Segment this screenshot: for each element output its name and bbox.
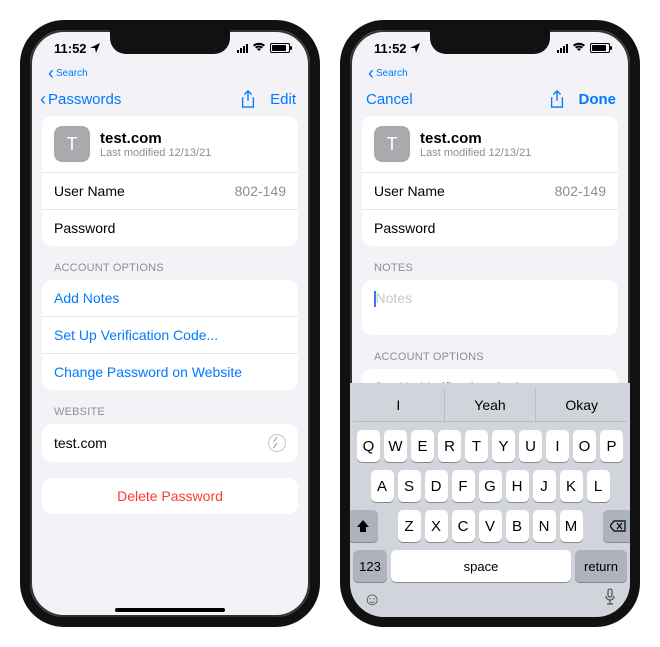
delete-card: Delete Password: [42, 478, 298, 514]
key-f[interactable]: F: [452, 470, 475, 502]
key-g[interactable]: G: [479, 470, 502, 502]
account-options-label: ACCOUNT OPTIONS: [42, 262, 298, 280]
password-header-card: T test.com Last modified 12/13/21 User N…: [42, 116, 298, 246]
iphone-frame-right: 11:52 ‹ Search Cancel Done: [340, 20, 640, 627]
key-s[interactable]: S: [398, 470, 421, 502]
website-card: test.com: [42, 424, 298, 462]
key-d[interactable]: D: [425, 470, 448, 502]
site-name: test.com: [100, 130, 211, 147]
signal-icon: [237, 43, 248, 53]
suggestion-1[interactable]: I: [353, 389, 444, 421]
wifi-icon: [572, 41, 586, 55]
notes-section-label: NOTES: [362, 262, 618, 280]
password-row[interactable]: Password: [362, 210, 618, 246]
username-row[interactable]: User Name 802-149: [42, 173, 298, 210]
account-options-card: Add Notes Set Up Verification Code... Ch…: [42, 280, 298, 390]
back-button[interactable]: ‹ Passwords: [40, 90, 121, 108]
wifi-icon: [252, 41, 266, 55]
username-value: 802-149: [235, 183, 286, 199]
key-e[interactable]: E: [411, 430, 434, 462]
home-indicator[interactable]: [115, 608, 225, 612]
website-row[interactable]: test.com: [42, 424, 298, 462]
last-modified: Last modified 12/13/21: [420, 147, 531, 159]
nav-bar: Cancel Done: [350, 84, 630, 116]
chevron-left-icon: ‹: [368, 64, 374, 82]
password-header-card: T test.com Last modified 12/13/21 User N…: [362, 116, 618, 246]
predictive-bar: I Yeah Okay: [353, 389, 627, 422]
key-row-1: QWERTYUIOP: [353, 430, 627, 462]
shift-key[interactable]: [348, 510, 378, 542]
key-k[interactable]: K: [560, 470, 583, 502]
setup-verification-button[interactable]: Set Up Verification Code...: [42, 317, 298, 354]
key-row-3: ZXCVBNM: [353, 510, 627, 542]
site-icon: T: [374, 126, 410, 162]
key-b[interactable]: B: [506, 510, 529, 542]
key-c[interactable]: C: [452, 510, 475, 542]
back-label: Passwords: [48, 91, 121, 108]
iphone-frame-left: 11:52 ‹ Search ‹ Passwords Edit: [20, 20, 320, 627]
safari-icon[interactable]: [268, 434, 286, 452]
emoji-key[interactable]: ☺: [363, 589, 381, 610]
change-password-button[interactable]: Change Password on Website: [42, 354, 298, 390]
add-notes-button[interactable]: Add Notes: [42, 280, 298, 317]
key-i[interactable]: I: [546, 430, 569, 462]
key-j[interactable]: J: [533, 470, 556, 502]
nav-bar: ‹ Passwords Edit: [30, 84, 310, 116]
key-t[interactable]: T: [465, 430, 488, 462]
share-icon[interactable]: [549, 90, 565, 108]
username-row[interactable]: User Name 802-149: [362, 173, 618, 210]
breadcrumb[interactable]: ‹ Search: [30, 64, 310, 82]
share-icon[interactable]: [240, 90, 256, 108]
key-row-2: ASDFGHJKL: [353, 470, 627, 502]
notch: [430, 30, 550, 54]
key-m[interactable]: M: [560, 510, 583, 542]
username-value: 802-149: [555, 183, 606, 199]
key-y[interactable]: Y: [492, 430, 515, 462]
delete-password-button[interactable]: Delete Password: [42, 478, 298, 514]
key-u[interactable]: U: [519, 430, 542, 462]
return-key[interactable]: return: [575, 550, 627, 582]
chevron-left-icon: ‹: [40, 90, 46, 108]
site-icon: T: [54, 126, 90, 162]
chevron-left-icon: ‹: [48, 64, 54, 82]
status-time: 11:52: [54, 41, 87, 56]
notch: [110, 30, 230, 54]
backspace-key[interactable]: [603, 510, 633, 542]
key-w[interactable]: W: [384, 430, 407, 462]
key-h[interactable]: H: [506, 470, 529, 502]
key-l[interactable]: L: [587, 470, 610, 502]
done-button[interactable]: Done: [579, 91, 617, 108]
location-icon: [410, 43, 420, 53]
key-o[interactable]: O: [573, 430, 596, 462]
suggestion-3[interactable]: Okay: [536, 389, 627, 421]
key-r[interactable]: R: [438, 430, 461, 462]
cancel-button[interactable]: Cancel: [360, 91, 413, 108]
notes-input[interactable]: Notes: [362, 280, 618, 335]
key-q[interactable]: Q: [357, 430, 380, 462]
password-row[interactable]: Password: [42, 210, 298, 246]
last-modified: Last modified 12/13/21: [100, 147, 211, 159]
key-z[interactable]: Z: [398, 510, 421, 542]
breadcrumb[interactable]: ‹ Search: [350, 64, 630, 82]
location-icon: [90, 43, 100, 53]
signal-icon: [557, 43, 568, 53]
account-options-label: ACCOUNT OPTIONS: [362, 351, 618, 369]
space-key[interactable]: space: [391, 550, 571, 582]
key-row-bottom: 123 space return: [353, 550, 627, 582]
numbers-key[interactable]: 123: [353, 550, 387, 582]
edit-button[interactable]: Edit: [270, 91, 296, 108]
status-time: 11:52: [374, 41, 407, 56]
key-p[interactable]: P: [600, 430, 623, 462]
key-x[interactable]: X: [425, 510, 448, 542]
suggestion-2[interactable]: Yeah: [444, 389, 537, 421]
key-n[interactable]: N: [533, 510, 556, 542]
key-a[interactable]: A: [371, 470, 394, 502]
key-v[interactable]: V: [479, 510, 502, 542]
keyboard: I Yeah Okay QWERTYUIOP ASDFGHJKL ZXCVBNM…: [350, 383, 630, 617]
battery-icon: [270, 43, 290, 53]
battery-icon: [590, 43, 610, 53]
site-name: test.com: [420, 130, 531, 147]
mic-key[interactable]: [603, 588, 617, 611]
website-section-label: WEBSITE: [42, 406, 298, 424]
